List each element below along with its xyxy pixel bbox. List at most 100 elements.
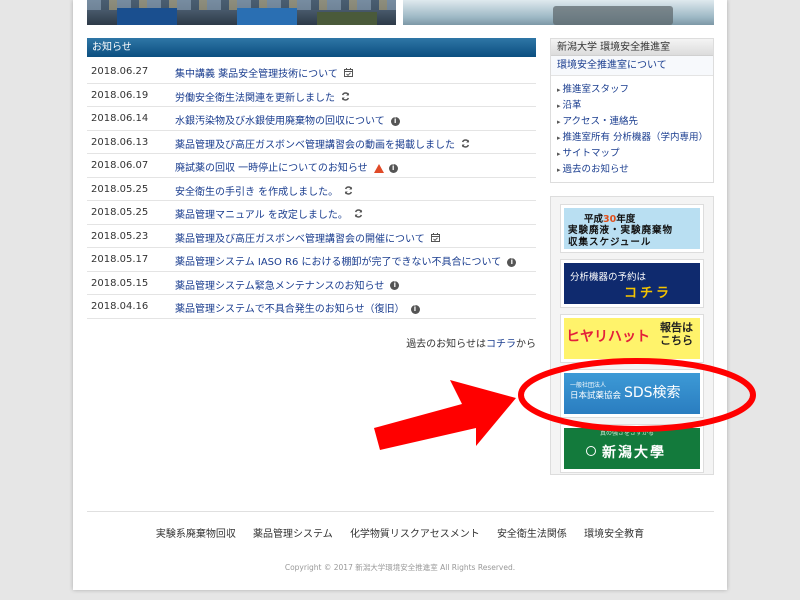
news-more-prefix: 過去のお知らせは [406, 339, 486, 350]
banner-side-line1: 報告は [660, 321, 693, 334]
arrow-right-icon: ▸ [557, 86, 561, 94]
news-title-link[interactable]: 集中講義 薬品安全管理技術について [175, 65, 353, 80]
news-title-text[interactable]: 水銀汚染物及び水銀使用廃棄物の回収について [175, 116, 385, 127]
news-item: 2018.05.17 薬品管理システム IASO R6 における棚卸が完了できな… [87, 248, 536, 272]
arrow-right-icon: ▸ [557, 150, 561, 158]
sidebar-item-staff[interactable]: ▸ 推進室スタッフ [557, 82, 713, 98]
news-more-suffix: から [516, 339, 536, 350]
news-date: 2018.05.25 [91, 183, 149, 195]
news-title-text[interactable]: 薬品管理システム緊急メンテナンスのお知らせ [175, 281, 384, 292]
news-title-link[interactable]: 安全衛生の手引き を作成しました。 [175, 183, 353, 198]
news-title-text[interactable]: 薬品管理システムで不具合発生のお知らせ（復旧） [175, 304, 405, 315]
news-title-link[interactable]: 水銀汚染物及び水銀使用廃棄物の回収について i [175, 112, 400, 127]
news-item: 2018.06.07 廃試薬の回収 一時停止についてのお知らせ i [87, 154, 536, 178]
news-title-link[interactable]: 労働安全衛生法関連を更新しました [175, 89, 350, 104]
news-title-link[interactable]: 薬品管理マニュアル を改定しました。 [175, 206, 363, 221]
sidebar-item-label: 過去のお知らせ [562, 164, 629, 175]
news-title-link[interactable]: 薬品管理システム緊急メンテナンスのお知らせ i [175, 277, 400, 292]
sidebar-item-access[interactable]: ▸ アクセス・連絡先 [557, 114, 713, 130]
news-title-link[interactable]: 廃試薬の回収 一時停止についてのお知らせ i [175, 159, 398, 174]
news-item: 2018.05.15 薬品管理システム緊急メンテナンスのお知らせ i [87, 272, 536, 295]
news-date: 2018.06.27 [91, 66, 149, 77]
news-list: 2018.06.27 集中講義 薬品安全管理技術について 2018.06.19 … [87, 60, 536, 319]
news-title-text[interactable]: 集中講義 薬品安全管理技術について [175, 69, 338, 80]
sidebar-item-sitemap[interactable]: ▸ サイトマップ [557, 146, 713, 162]
waste-schedule-banner[interactable]: 平成30年度 実験廃液・実験廃棄物 収集スケジュール [561, 205, 703, 252]
refresh-icon [341, 91, 350, 104]
news-item: 2018.06.13 薬品管理及び高圧ガスボンベ管理講習会の動画を掲載しました [87, 131, 536, 154]
hero-photo-left [87, 0, 396, 25]
news-title-text[interactable]: 薬品管理マニュアル を改定しました。 [175, 210, 348, 221]
footer-link[interactable]: 薬品管理システム [253, 529, 333, 540]
news-title-link[interactable]: 薬品管理システム IASO R6 における棚卸が完了できない不具合について i [175, 253, 517, 268]
news-item: 2018.05.25 安全衛生の手引き を作成しました。 [87, 178, 536, 201]
calendar-icon [430, 232, 440, 245]
news-title-text[interactable]: 安全衛生の手引き を作成しました。 [175, 187, 338, 198]
news-title-link[interactable]: 薬品管理システムで不具合発生のお知らせ（復旧） i [175, 300, 420, 315]
news-title-text[interactable]: 薬品管理システム IASO R6 における棚卸が完了できない不具合について [175, 257, 501, 268]
news-item: 2018.06.27 集中講義 薬品安全管理技術について [87, 60, 536, 84]
warning-icon [373, 163, 384, 173]
hiyari-hatto-banner[interactable]: ヒヤリハット 報告は こちら [561, 315, 703, 362]
news-title-text[interactable]: 薬品管理及び高圧ガスボンベ管理講習会の開催について [175, 234, 425, 245]
refresh-icon [354, 209, 363, 221]
news-title-link[interactable]: 薬品管理及び高圧ガスボンベ管理講習会の開催について [175, 230, 440, 245]
sidebar-about-link[interactable]: 環境安全推進室について [551, 56, 713, 76]
news-title-text[interactable]: 廃試薬の回収 一時停止についてのお知らせ [175, 163, 368, 174]
footer-divider [87, 511, 714, 512]
banner-small: 一般社団法人 [570, 382, 607, 389]
news-date: 2018.06.07 [91, 160, 149, 171]
refresh-icon [344, 185, 353, 198]
news-date: 2018.06.19 [91, 89, 149, 101]
footer-link[interactable]: 安全衛生法関係 [497, 529, 567, 540]
news-more: 過去のお知らせはコチラから [406, 335, 536, 350]
copyright: Copyright © 2017 新潟大学環境安全推進室 All Rights … [284, 563, 516, 572]
university-emblem-icon [586, 446, 596, 456]
news-title-text[interactable]: 労働安全衛生法関連を更新しました [175, 93, 335, 104]
news-item: 2018.05.25 薬品管理マニュアル を改定しました。 [87, 201, 536, 225]
news-item: 2018.05.23 薬品管理及び高圧ガスボンベ管理講習会の開催について [87, 225, 536, 248]
sidebar-links: ▸ 推進室スタッフ ▸ 沿革 ▸ アクセス・連絡先 ▸ 推進室所有 分析機器（学内専用）… [551, 76, 713, 178]
news-date: 2018.06.14 [91, 113, 149, 124]
news-date: 2018.05.25 [91, 207, 149, 218]
refresh-icon [461, 138, 470, 151]
news-title-link[interactable]: 薬品管理及び高圧ガスボンベ管理講習会の動画を掲載しました [175, 136, 470, 151]
banner-line2: コチラ [624, 286, 673, 301]
sidebar-item-label: サイトマップ [562, 148, 620, 159]
news-date: 2018.04.16 [91, 301, 149, 312]
info-icon: i [507, 257, 517, 267]
info-icon: i [388, 163, 398, 173]
sidebar-item-label: 推進室スタッフ [562, 84, 630, 95]
news-item: 2018.06.14 水銀汚染物及び水銀使用廃棄物の回収について i [87, 107, 536, 131]
banner-side-line2: こちら [660, 334, 693, 347]
news-date: 2018.05.23 [91, 230, 149, 242]
sidebar-title: 新潟大学 環境安全推進室 [551, 39, 713, 56]
banner-line3: 収集スケジュール [568, 237, 652, 248]
sidebar-item-history[interactable]: ▸ 沿革 [557, 98, 713, 114]
banner-side: 報告は こちら [660, 321, 693, 347]
banner-box: 平成30年度 実験廃液・実験廃棄物 収集スケジュール 分析機器の予約は コチラ … [550, 196, 714, 475]
news-more-link[interactable]: コチラ [486, 339, 516, 350]
instrument-reservation-banner[interactable]: 分析機器の予約は コチラ [561, 260, 703, 307]
page: お知らせ 2018.06.27 集中講義 薬品安全管理技術について 2018.0… [73, 0, 727, 590]
niigata-university-banner[interactable]: 真の強さをさずかる 新潟大學 [561, 425, 703, 472]
sidebar-item-label: 推進室所有 分析機器（学内専用） [562, 132, 709, 143]
info-icon: i [390, 281, 400, 290]
sidebar-item-label: 沿革 [562, 100, 582, 111]
footer-nav: 実験系廃棄物回収 薬品管理システム 化学物質リスクアセスメント 安全衛生法関係 … [73, 525, 727, 540]
footer-link[interactable]: 化学物質リスクアセスメント [350, 529, 480, 540]
banner-main: 新潟大學 [602, 445, 666, 461]
hero-photo-right [403, 0, 714, 25]
footer-link[interactable]: 実験系廃棄物回収 [156, 529, 236, 540]
news-title-text[interactable]: 薬品管理及び高圧ガスボンベ管理講習会の動画を掲載しました [175, 140, 455, 151]
banner-main: ヒヤリハット [566, 329, 650, 345]
arrow-right-icon: ▸ [557, 134, 561, 142]
sds-search-banner[interactable]: 一般社団法人 日本試薬協会 SDS検索 [561, 370, 703, 417]
news-date: 2018.05.15 [91, 277, 149, 289]
footer-link[interactable]: 環境安全教育 [584, 529, 644, 540]
sidebar-nav: 新潟大学 環境安全推進室 環境安全推進室について ▸ 推進室スタッフ ▸ 沿革 ▸ ア… [550, 38, 714, 183]
sidebar-item-instruments[interactable]: ▸ 推進室所有 分析機器（学内専用） [557, 130, 713, 146]
sidebar-item-past-news[interactable]: ▸ 過去のお知らせ [557, 162, 713, 178]
arrow-right-icon: ▸ [557, 118, 561, 126]
info-icon: i [390, 116, 400, 126]
